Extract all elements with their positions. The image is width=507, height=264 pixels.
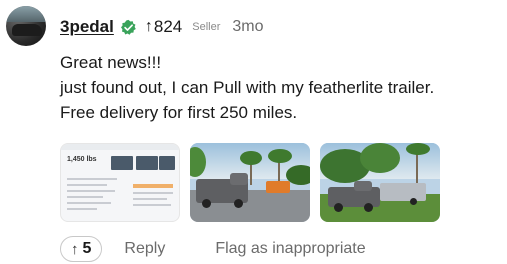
listing-photo — [159, 156, 175, 170]
arrow-up-icon: ↑ — [71, 240, 79, 258]
photo-wheel — [364, 203, 373, 212]
listing-text-line — [67, 196, 103, 198]
avatar-sky — [6, 6, 46, 22]
photo-vehicle — [266, 181, 290, 193]
username-link[interactable]: 3pedal — [60, 17, 114, 37]
reply-button[interactable]: Reply — [124, 240, 165, 258]
listing-topbar — [61, 144, 179, 150]
listing-price: 1,450 lbs — [67, 156, 97, 163]
photo-truck-cab — [230, 173, 248, 185]
attachment-thumbnails: 1,450 lbs — [60, 143, 440, 222]
thumbnail-photo[interactable] — [320, 143, 440, 222]
author-points: ↑ 824 — [145, 17, 182, 37]
comment-line: just found out, I can Pull with my feath… — [60, 78, 435, 97]
comment-header: 3pedal ↑ 824 Seller 3mo — [60, 15, 263, 39]
listing-text-line — [67, 178, 117, 180]
thumbnail-listing-screenshot[interactable]: 1,450 lbs — [60, 143, 180, 222]
photo-tree — [268, 149, 292, 163]
listing-text-line — [133, 204, 171, 206]
photo-trailer — [380, 183, 426, 201]
photo-truck-cab — [354, 181, 372, 191]
photo-wheel — [334, 203, 343, 212]
listing-text-line — [133, 192, 173, 194]
photo-tree — [240, 151, 262, 165]
photo-wheel — [234, 199, 243, 208]
listing-text-line — [67, 208, 97, 210]
verified-check-icon — [120, 19, 137, 36]
avatar-car — [12, 24, 42, 36]
photo-wheel — [410, 198, 417, 205]
comment-line: Great news!!! — [60, 53, 162, 72]
upvote-button[interactable]: ↑ 5 — [60, 236, 103, 262]
listing-text-line — [67, 202, 111, 204]
listing-text-line — [67, 190, 115, 192]
flag-button[interactable]: Flag as inappropriate — [215, 240, 365, 258]
photo-tree — [360, 143, 400, 173]
comment-body: Great news!!! just found out, I can Pull… — [60, 50, 505, 125]
comment-line: Free delivery for first 250 miles. — [60, 103, 298, 122]
listing-button — [133, 184, 173, 188]
photo-tree — [406, 143, 430, 155]
comment-age: 3mo — [232, 18, 264, 35]
upvote-count: 5 — [82, 240, 92, 257]
listing-text-line — [133, 198, 167, 200]
listing-text-line — [67, 184, 107, 186]
photo-wheel — [202, 199, 211, 208]
role-badge: Seller — [192, 21, 221, 33]
avatar[interactable] — [6, 6, 46, 46]
listing-photo — [136, 156, 158, 170]
arrow-up-icon: ↑ — [144, 18, 153, 35]
listing-photo — [111, 156, 133, 170]
thumbnail-photo[interactable] — [190, 143, 310, 222]
points-count: 824 — [153, 17, 183, 36]
comment-actions: ↑ 5 Reply Flag as inappropriate — [60, 236, 366, 262]
